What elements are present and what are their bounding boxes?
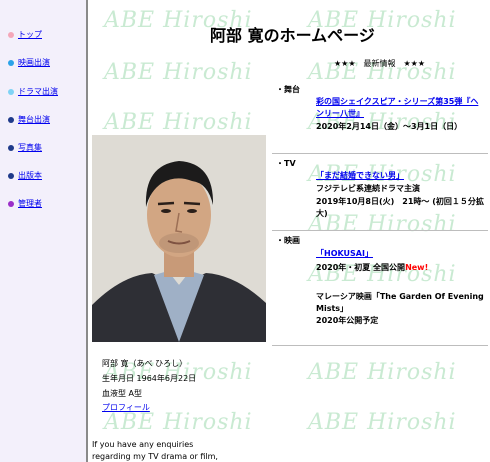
bullet-icon	[8, 31, 14, 38]
nav-item-label: 管理者	[18, 199, 42, 208]
nav-item-label: 舞台出演	[18, 115, 50, 124]
contact-text: If you have any enquiries	[92, 440, 194, 449]
nav-item-label: 写真集	[18, 143, 42, 152]
profile-link[interactable]: プロフィール	[102, 403, 150, 412]
watermark-text: ABE Hiroshi	[104, 110, 253, 135]
tv-link[interactable]: 「まだ結婚できない男」	[316, 170, 404, 182]
section-label-film: ・映画	[276, 236, 300, 245]
nav-item-label: 映画出演	[18, 58, 50, 67]
nav-item-books[interactable]: 出版本	[8, 170, 42, 181]
divider	[272, 345, 488, 346]
film2-release: 2020年公開予定	[316, 316, 379, 325]
profile-birthday: 生年月日 1964年6月22日	[102, 374, 197, 383]
film2-title-cont: Mists」	[316, 304, 349, 313]
bullet-icon	[8, 116, 14, 123]
nav-item-label: ドラマ出演	[18, 87, 58, 96]
film-release: 2020年・初夏 全国公開	[316, 263, 406, 272]
bullet-icon	[8, 88, 14, 95]
section-label-tv: ・TV	[276, 159, 296, 168]
stage-date: 2020年2月14日（金）～3月1日（日）	[316, 122, 463, 131]
contact-text: regarding my TV drama or film,	[92, 452, 218, 461]
nav-item-top[interactable]: トップ	[8, 29, 42, 40]
nav-item-photobooks[interactable]: 写真集	[8, 142, 42, 153]
nav-item-label: トップ	[18, 30, 42, 39]
portrait-image	[92, 135, 266, 342]
bullet-icon	[8, 59, 14, 66]
tv-date: 2019年10月8日(火) 21時～ (初回１５分拡大)	[316, 197, 484, 218]
watermark-text: ABE Hiroshi	[308, 360, 457, 385]
nav-item-stage[interactable]: 舞台出演	[8, 114, 50, 125]
profile-link-wrapper: プロフィール	[102, 402, 150, 413]
watermark-text: ABE Hiroshi	[104, 410, 253, 435]
page-title: 阿部 寛のホームページ	[210, 26, 375, 45]
divider	[272, 153, 488, 154]
main-content: ABE Hiroshi ABE Hiroshi ABE Hiroshi ABE …	[90, 0, 490, 462]
film-release-line: 2020年・初夏 全国公開New!	[316, 262, 428, 274]
nav-item-movies[interactable]: 映画出演	[8, 57, 50, 68]
bullet-icon	[8, 144, 14, 151]
watermark-text: ABE Hiroshi	[104, 60, 253, 85]
profile-name: 阿部 寛（あべ ひろし）	[102, 359, 188, 368]
tv-broadcaster: フジテレビ系連続ドラマ主演	[316, 184, 420, 193]
divider	[272, 230, 488, 231]
nav-item-admin[interactable]: 管理者	[8, 198, 42, 209]
bullet-icon	[8, 200, 14, 207]
profile-photo	[92, 135, 266, 342]
left-navigation: トップ 映画出演 ドラマ出演 舞台出演 写真集 出版本 管理者	[0, 0, 88, 462]
profile-blood-type: 血液型 A型	[102, 389, 143, 398]
bullet-icon	[8, 172, 14, 179]
news-heading: ★★★ 最新情報 ★★★	[334, 59, 426, 68]
new-badge: New!	[405, 263, 429, 272]
nav-item-label: 出版本	[18, 171, 42, 180]
film2-title: マレーシア映画「The Garden Of Evening	[316, 292, 484, 301]
watermark-text: ABE Hiroshi	[308, 410, 457, 435]
nav-item-dramas[interactable]: ドラマ出演	[8, 86, 58, 97]
stage-link[interactable]: 彩の国シェイクスピア・シリーズ第35弾『ヘンリー八世』	[316, 96, 486, 120]
film-link[interactable]: 「HOKUSAI」	[316, 248, 373, 260]
section-label-stage: ・舞台	[276, 85, 300, 94]
